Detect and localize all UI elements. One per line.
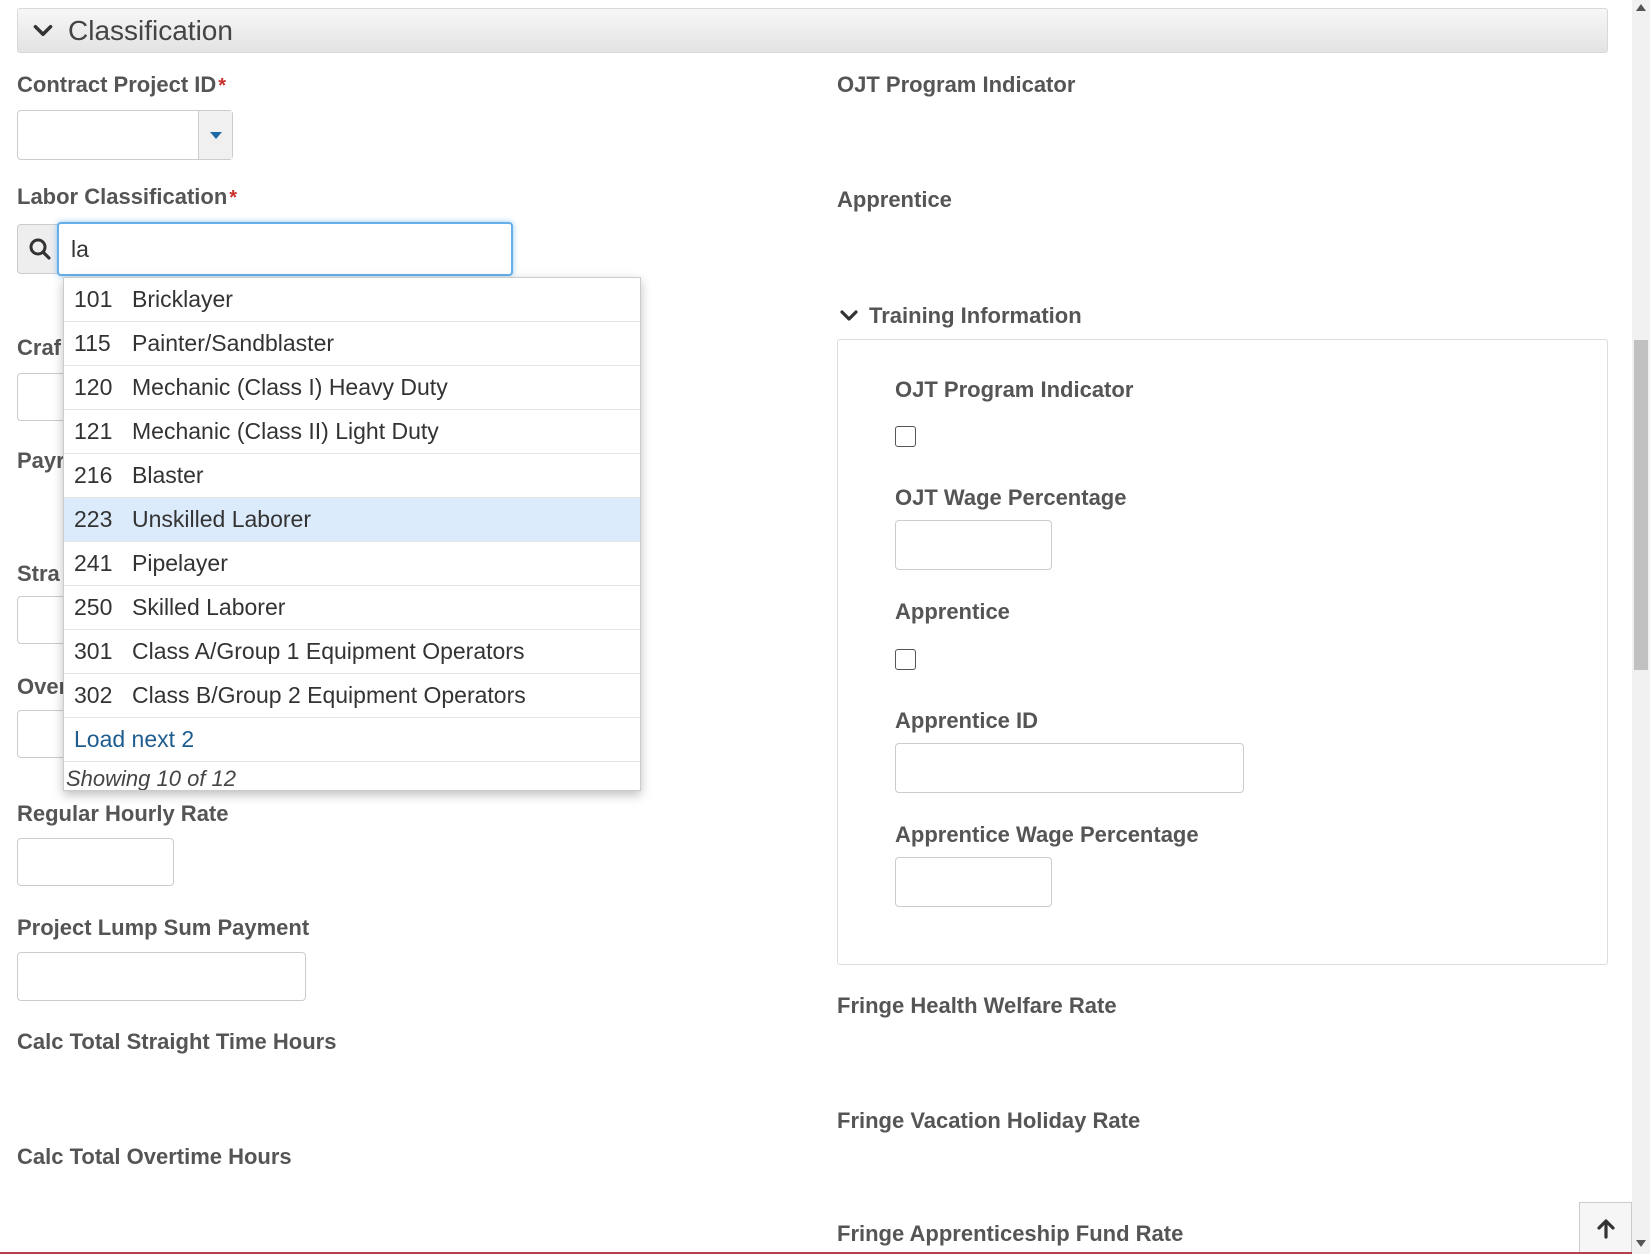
regular-hourly-rate-input[interactable] xyxy=(17,838,174,886)
apprentice-wage-percentage-label: Apprentice Wage Percentage xyxy=(895,822,1199,847)
option-name: Pipelayer xyxy=(132,550,228,576)
option-name: Skilled Laborer xyxy=(132,594,286,620)
search-icon xyxy=(29,238,51,260)
page: Classification Contract Project ID * Labo… xyxy=(0,0,1650,1254)
project-lump-sum-label: Project Lump Sum Payment xyxy=(17,915,310,940)
training-ojt-program-indicator-label: OJT Program Indicator xyxy=(895,377,1134,402)
option-name: Bricklayer xyxy=(132,286,233,312)
option-name: Class B/Group 2 Equipment Operators xyxy=(132,682,526,708)
option-code: 120 xyxy=(74,374,113,400)
option-name: Mechanic (Class II) Light Duty xyxy=(132,418,439,444)
option-code: 216 xyxy=(74,462,113,488)
regular-hourly-rate-label: Regular Hourly Rate xyxy=(17,801,229,826)
caret-down-icon xyxy=(209,132,222,139)
dropdown-list: 101 Bricklayer 115 Painter/Sandblaster 120 Me… xyxy=(64,278,640,718)
scrollbar-thumb[interactable] xyxy=(1634,340,1648,670)
dropdown-option[interactable]: 216 Blaster xyxy=(64,454,640,498)
contract-project-id-dropdown-button[interactable] xyxy=(198,111,232,159)
required-indicator: * xyxy=(218,75,227,97)
training-information-header[interactable]: Training Information xyxy=(837,303,1082,329)
payroll-label: Payr xyxy=(17,448,65,473)
option-code: 121 xyxy=(74,418,113,444)
dropdown-option[interactable]: 241 Pipelayer xyxy=(64,542,640,586)
scroll-down-arrow-icon[interactable] xyxy=(1636,1240,1646,1247)
chevron-down-icon xyxy=(33,24,53,36)
project-lump-sum-input[interactable] xyxy=(17,952,306,1001)
apprentice-id-input[interactable] xyxy=(895,743,1244,793)
back-to-top-button[interactable] xyxy=(1579,1202,1632,1254)
option-name: Blaster xyxy=(132,462,204,488)
fringe-vacation-holiday-rate-label: Fringe Vacation Holiday Rate xyxy=(837,1108,1141,1133)
dropdown-option[interactable]: 121 Mechanic (Class II) Light Duty xyxy=(64,410,640,454)
straight-time-label: Stra xyxy=(17,561,60,586)
dropdown-option[interactable]: 223 Unskilled Laborer xyxy=(64,498,640,542)
fringe-health-welfare-rate-label: Fringe Health Welfare Rate xyxy=(837,993,1117,1018)
apprentice-checkbox[interactable] xyxy=(895,649,916,670)
classification-section-header[interactable]: Classification xyxy=(17,8,1608,53)
option-name: Class A/Group 1 Equipment Operators xyxy=(132,638,525,664)
contract-project-id-combo[interactable] xyxy=(17,110,233,160)
apprentice-id-label: Apprentice ID xyxy=(895,708,1039,733)
training-information-title: Training Information xyxy=(869,303,1082,328)
labor-classification-search-addon[interactable] xyxy=(17,224,61,274)
dropdown-option[interactable]: 302 Class B/Group 2 Equipment Operators xyxy=(64,674,640,718)
option-name: Unskilled Laborer xyxy=(132,506,311,532)
section-title: Classification xyxy=(68,14,233,46)
load-next-link[interactable]: Load next 2 xyxy=(64,718,640,762)
apprentice-wage-percentage-input[interactable] xyxy=(895,857,1052,907)
showing-count: Showing 10 of 12 xyxy=(66,766,237,791)
dropdown-option[interactable]: 250 Skilled Laborer xyxy=(64,586,640,630)
ojt-wage-percentage-label: OJT Wage Percentage xyxy=(895,485,1127,510)
dropdown-option[interactable]: 115 Painter/Sandblaster xyxy=(64,322,640,366)
option-name: Painter/Sandblaster xyxy=(132,330,335,356)
option-code: 250 xyxy=(74,594,113,620)
dropdown-option[interactable]: 120 Mechanic (Class I) Heavy Duty xyxy=(64,366,640,410)
scroll-up-arrow-icon[interactable] xyxy=(1636,4,1646,11)
option-name: Mechanic (Class I) Heavy Duty xyxy=(132,374,448,400)
option-code: 302 xyxy=(74,682,113,708)
arrow-up-icon xyxy=(1596,1218,1615,1239)
fringe-apprenticeship-fund-rate-label: Fringe Apprenticeship Fund Rate xyxy=(837,1221,1184,1246)
option-code: 101 xyxy=(74,286,113,312)
option-code: 115 xyxy=(74,330,111,356)
labor-classification-label: Labor Classification * xyxy=(17,184,238,209)
ojt-program-indicator-checkbox[interactable] xyxy=(895,426,916,447)
required-indicator: * xyxy=(229,187,238,209)
option-code: 223 xyxy=(74,506,113,532)
apprentice-label: Apprentice xyxy=(837,187,952,212)
training-apprentice-label: Apprentice xyxy=(895,599,1010,624)
option-code: 301 xyxy=(74,638,113,664)
ojt-program-indicator-label: OJT Program Indicator xyxy=(837,72,1076,97)
contract-project-id-label: Contract Project ID * xyxy=(17,72,227,97)
page-scrollbar[interactable] xyxy=(1632,0,1650,1254)
chevron-down-icon xyxy=(840,310,858,321)
dropdown-option[interactable]: 301 Class A/Group 1 Equipment Operators xyxy=(64,630,640,674)
labor-classification-dropdown: 101 Bricklayer 115 Painter/Sandblaster 120 Me… xyxy=(63,277,641,791)
dropdown-option[interactable]: 101 Bricklayer xyxy=(64,278,640,322)
option-code: 241 xyxy=(74,550,113,576)
craft-label: Craf xyxy=(17,335,62,360)
labor-classification-input[interactable] xyxy=(57,222,513,276)
calc-total-straight-time-label: Calc Total Straight Time Hours xyxy=(17,1029,337,1054)
ojt-wage-percentage-input[interactable] xyxy=(895,520,1052,570)
calc-total-overtime-label: Calc Total Overtime Hours xyxy=(17,1144,292,1169)
overtime-label: Over xyxy=(17,674,68,699)
